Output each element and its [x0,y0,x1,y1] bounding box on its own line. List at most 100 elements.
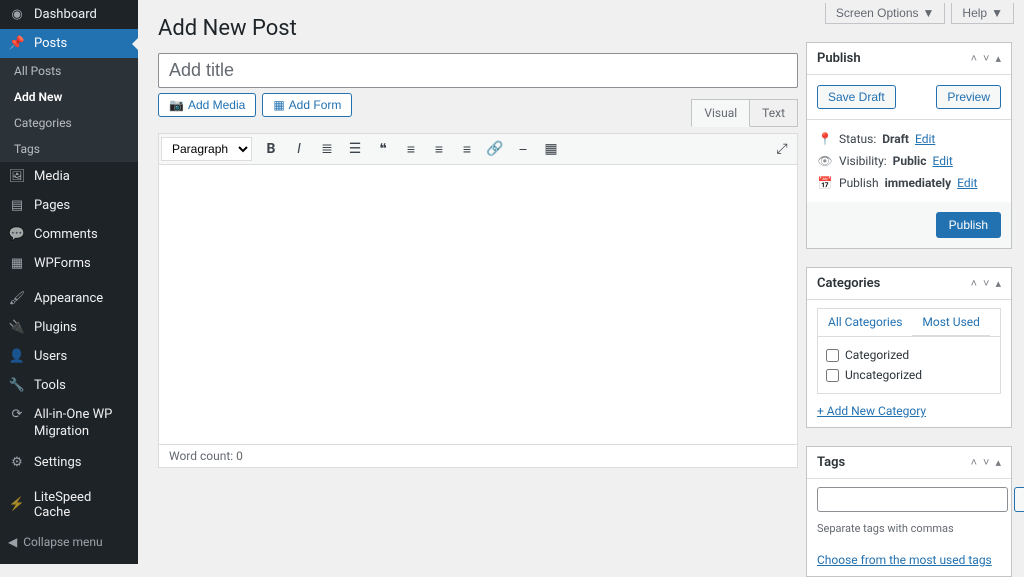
tab-all-categories[interactable]: All Categories [818,309,912,336]
sidebar-item-wpforms[interactable]: ▦ WPForms [0,249,138,278]
categories-panel-title: Categories [817,276,965,291]
panel-toggle-icon[interactable]: ▴ [995,456,1001,469]
italic-button[interactable]: I [286,136,312,162]
sidebar-item-tools[interactable]: 🔧 Tools [0,371,138,400]
screen-options-label: Screen Options [836,6,919,20]
toolbar-toggle-icon: ▦ [544,141,557,157]
sidebar-item-label: WPForms [34,256,91,271]
sidebar-item-users[interactable]: 👤 Users [0,342,138,371]
camera-icon: 📷 [169,98,184,112]
sidebar-item-label: Plugins [34,320,77,335]
align-center-button[interactable]: ≡ [426,136,452,162]
sidebar-sub-all-posts[interactable]: All Posts [0,58,138,84]
tags-panel: Tags ˄ ˅ ▴ Add Separate tags with commas… [806,446,1012,577]
sidebar-item-pages[interactable]: ▤ Pages [0,191,138,220]
link-button[interactable]: 🔗 [482,136,508,162]
category-checkbox[interactable] [826,349,839,362]
tags-panel-title: Tags [817,455,965,470]
word-count-status: Word count: 0 [158,445,798,468]
sidebar-item-posts[interactable]: 📌 Posts [0,29,138,58]
key-icon: 📍 [817,132,833,146]
numbered-list-icon: ☰ [349,141,362,157]
litespeed-icon: ⚡ [8,497,26,512]
publish-label: Publish [839,176,879,190]
panel-up-icon[interactable]: ˄ [971,456,977,469]
sidebar-sub-add-new[interactable]: Add New [0,84,138,110]
blockquote-button[interactable]: ❝ [370,136,396,162]
bold-button[interactable]: B [258,136,284,162]
add-media-button[interactable]: 📷 Add Media [158,93,256,117]
sidebar-item-label: Pages [34,198,70,213]
panel-up-icon[interactable]: ˄ [971,52,977,65]
publish-panel-title: Publish [817,51,965,66]
panel-toggle-icon[interactable]: ▴ [995,52,1001,65]
category-label: Categorized [845,348,909,362]
sidebar-sub-tags[interactable]: Tags [0,136,138,162]
quote-icon: ❝ [379,141,387,157]
tab-most-used[interactable]: Most Used [912,309,990,336]
format-select[interactable]: Paragraph [161,137,252,161]
sidebar-item-plugins[interactable]: 🔌 Plugins [0,313,138,342]
eye-icon: 👁 [817,154,833,168]
panel-down-icon[interactable]: ˅ [983,277,989,290]
category-item[interactable]: Uncategorized [826,365,992,385]
readmore-button[interactable]: ⎯ [510,136,536,162]
sidebar-item-settings[interactable]: ⚙ Settings [0,448,138,477]
category-checkbox[interactable] [826,369,839,382]
migration-icon: ⟳ [8,407,26,422]
screen-options-button[interactable]: Screen Options ▼ [825,3,946,24]
tags-input[interactable] [817,487,1008,512]
bullet-list-button[interactable]: ≣ [314,136,340,162]
visibility-edit-link[interactable]: Edit [932,154,952,168]
help-label: Help [962,6,987,20]
category-item[interactable]: Categorized [826,345,992,365]
publish-button[interactable]: Publish [936,212,1001,238]
help-button[interactable]: Help ▼ [951,3,1014,24]
sidebar-item-comments[interactable]: 💬 Comments [0,220,138,249]
readmore-icon: ⎯ [520,141,527,157]
choose-tags-link[interactable]: Choose from the most used tags [817,553,992,567]
sidebar-item-label: LiteSpeed Cache [34,490,130,520]
add-form-button[interactable]: ▦ Add Form [262,93,352,117]
editor-wrap: 📷 Add Media ▦ Add Form Visual Text Parag… [158,133,798,468]
toolbar-toggle-button[interactable]: ▦ [538,136,564,162]
panel-toggle-icon[interactable]: ▴ [995,277,1001,290]
sidebar-item-media[interactable]: 🖼 Media [0,162,138,191]
panel-down-icon[interactable]: ˅ [983,52,989,65]
editor-toolbar: Paragraph B I ≣ ☰ ❝ ≡ ≡ ≡ 🔗 ⎯ ▦ ⤢ [158,133,798,165]
save-draft-button[interactable]: Save Draft [817,85,896,109]
sidebar-item-label: Dashboard [34,7,97,22]
sidebar-item-appearance[interactable]: 🖌 Appearance [0,284,138,313]
numbered-list-button[interactable]: ☰ [342,136,368,162]
sidebar-item-migration[interactable]: ⟳ All-in-One WP Migration [0,400,138,448]
panel-down-icon[interactable]: ˅ [983,456,989,469]
sidebar-item-dashboard[interactable]: ◉ Dashboard [0,0,138,29]
post-title-input[interactable] [158,53,798,88]
sidebar-item-label: Posts [34,36,67,51]
editor-body[interactable] [158,165,798,445]
status-edit-link[interactable]: Edit [915,132,935,146]
status-label: Status: [839,132,876,146]
collapse-menu[interactable]: ◀ Collapse menu [0,527,138,557]
media-icon: 🖼 [8,169,26,184]
sidebar-sub-categories[interactable]: Categories [0,110,138,136]
categories-list: Categorized Uncategorized [817,336,1001,394]
publish-edit-link[interactable]: Edit [957,176,977,190]
settings-icon: ⚙ [8,455,26,470]
sidebar-item-litespeed[interactable]: ⚡ LiteSpeed Cache [0,483,138,527]
preview-button[interactable]: Preview [936,85,1001,109]
add-tag-button[interactable]: Add [1014,487,1024,512]
align-left-button[interactable]: ≡ [398,136,424,162]
category-label: Uncategorized [845,368,922,382]
admin-sidebar: ◉ Dashboard 📌 Posts All Posts Add New Ca… [0,0,138,564]
fullscreen-button[interactable]: ⤢ [769,136,795,162]
add-new-category-link[interactable]: + Add New Category [817,404,926,418]
align-right-button[interactable]: ≡ [454,136,480,162]
panel-up-icon[interactable]: ˄ [971,277,977,290]
align-left-icon: ≡ [407,141,415,158]
sidebar-posts-submenu: All Posts Add New Categories Tags [0,58,138,162]
tab-text[interactable]: Text [750,99,798,127]
tab-visual[interactable]: Visual [691,99,750,127]
calendar-icon: 📅 [817,176,833,190]
collapse-label: Collapse menu [23,535,102,549]
